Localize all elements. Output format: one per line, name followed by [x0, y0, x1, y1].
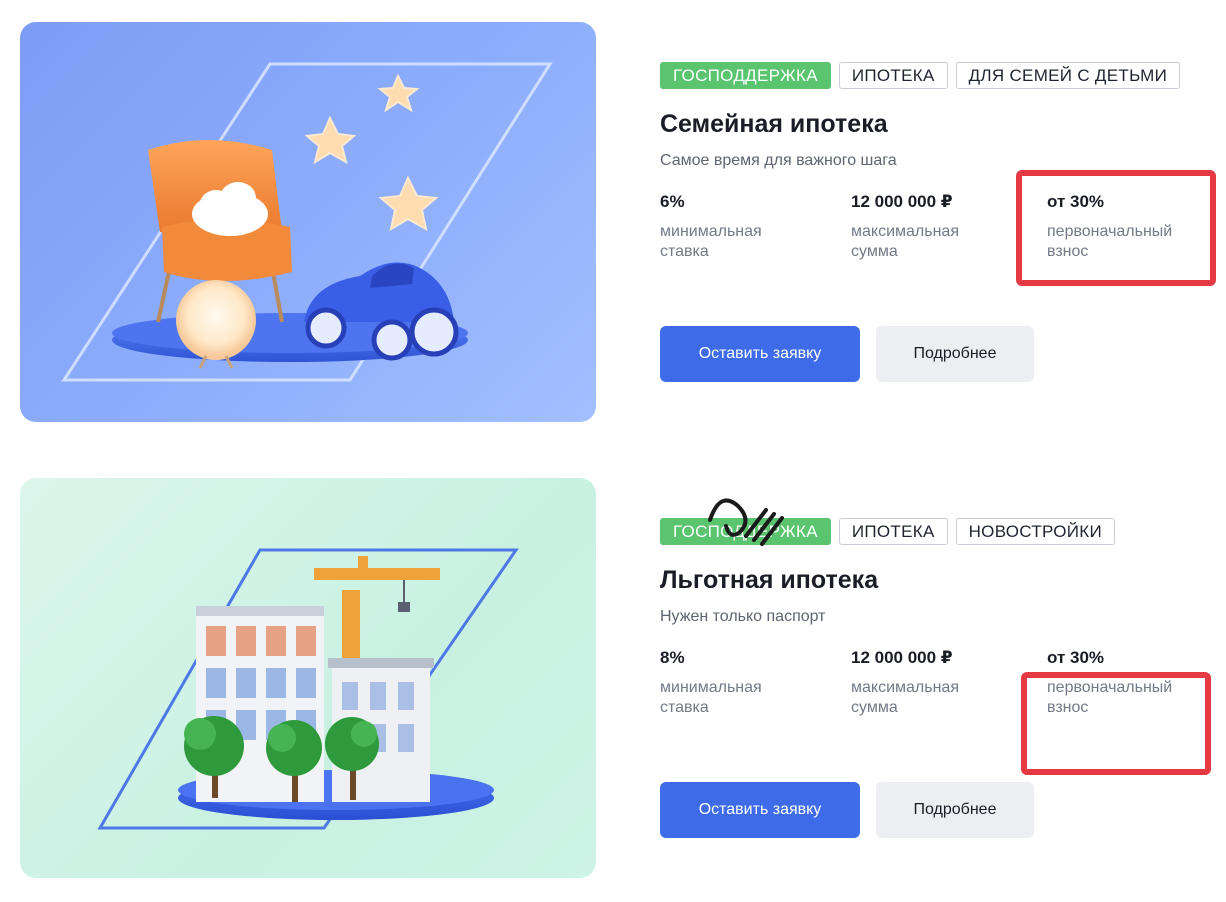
mortgage-card-preferential: ГОСПОДДЕРЖКА ИПОТЕКА НОВОСТРОЙКИ Льготна… — [0, 456, 1226, 878]
stat-value: 12 000 000 ₽ — [851, 192, 953, 211]
tag-mortgage[interactable]: ИПОТЕКА — [838, 518, 948, 545]
details-button[interactable]: Подробнее — [876, 326, 1034, 382]
mortgage-card-family: ГОСПОДДЕРЖКА ИПОТЕКА ДЛЯ СЕМЕЙ С ДЕТЬМИ … — [0, 0, 1226, 422]
tag-list: ГОСПОДДЕРЖКА ИПОТЕКА ДЛЯ СЕМЕЙ С ДЕТЬМИ — [660, 62, 1181, 89]
stat-value: 6% — [660, 192, 685, 211]
product-title[interactable]: Льготная ипотека — [660, 566, 878, 595]
apply-button[interactable]: Оставить заявку — [660, 782, 860, 838]
lamp-icon — [176, 280, 256, 360]
product-info: ГОСПОДДЕРЖКА ИПОТЕКА НОВОСТРОЙКИ Льготна… — [660, 496, 1220, 876]
highlight-box — [1021, 672, 1211, 775]
stat-label: минимальная ставка — [660, 223, 762, 260]
product-info: ГОСПОДДЕРЖКА ИПОТЕКА ДЛЯ СЕМЕЙ С ДЕТЬМИ … — [660, 40, 1220, 420]
stat-value: от 30% — [1047, 648, 1105, 667]
highlight-box — [1016, 170, 1216, 286]
stat-amount: 12 000 000 ₽ максимальная сумма — [851, 648, 1001, 718]
preferential-mortgage-banner[interactable] — [20, 478, 596, 878]
product-subtitle: Нужен только паспорт — [660, 608, 826, 625]
stat-label: максимальная сумма — [851, 679, 959, 716]
stat-rate: 6% минимальная ставка — [660, 192, 810, 262]
family-illustration — [61, 62, 553, 382]
product-title[interactable]: Семейная ипотека — [660, 110, 888, 139]
scribble-mark — [708, 498, 784, 546]
stat-rate: 8% минимальная ставка — [660, 648, 810, 718]
stat-label: минимальная ставка — [660, 679, 762, 716]
stat-amount: 12 000 000 ₽ максимальная сумма — [851, 192, 1001, 262]
stat-value: 12 000 000 ₽ — [851, 648, 953, 667]
tag-families[interactable]: ДЛЯ СЕМЕЙ С ДЕТЬМИ — [955, 62, 1181, 89]
buildings-illustration — [97, 548, 519, 830]
apply-button[interactable]: Оставить заявку — [660, 326, 860, 382]
toy-car-icon — [304, 262, 459, 361]
tag-new-buildings[interactable]: НОВОСТРОЙКИ — [955, 518, 1116, 545]
details-button[interactable]: Подробнее — [876, 782, 1034, 838]
stat-value: 8% — [660, 648, 685, 667]
tag-mortgage[interactable]: ИПОТЕКА — [838, 62, 948, 89]
product-subtitle: Самое время для важного шага — [660, 152, 897, 169]
stat-label: максимальная сумма — [851, 223, 959, 260]
tag-gov-support[interactable]: ГОСПОДДЕРЖКА — [660, 62, 831, 89]
star-icon — [304, 73, 439, 232]
family-mortgage-banner[interactable] — [20, 22, 596, 422]
